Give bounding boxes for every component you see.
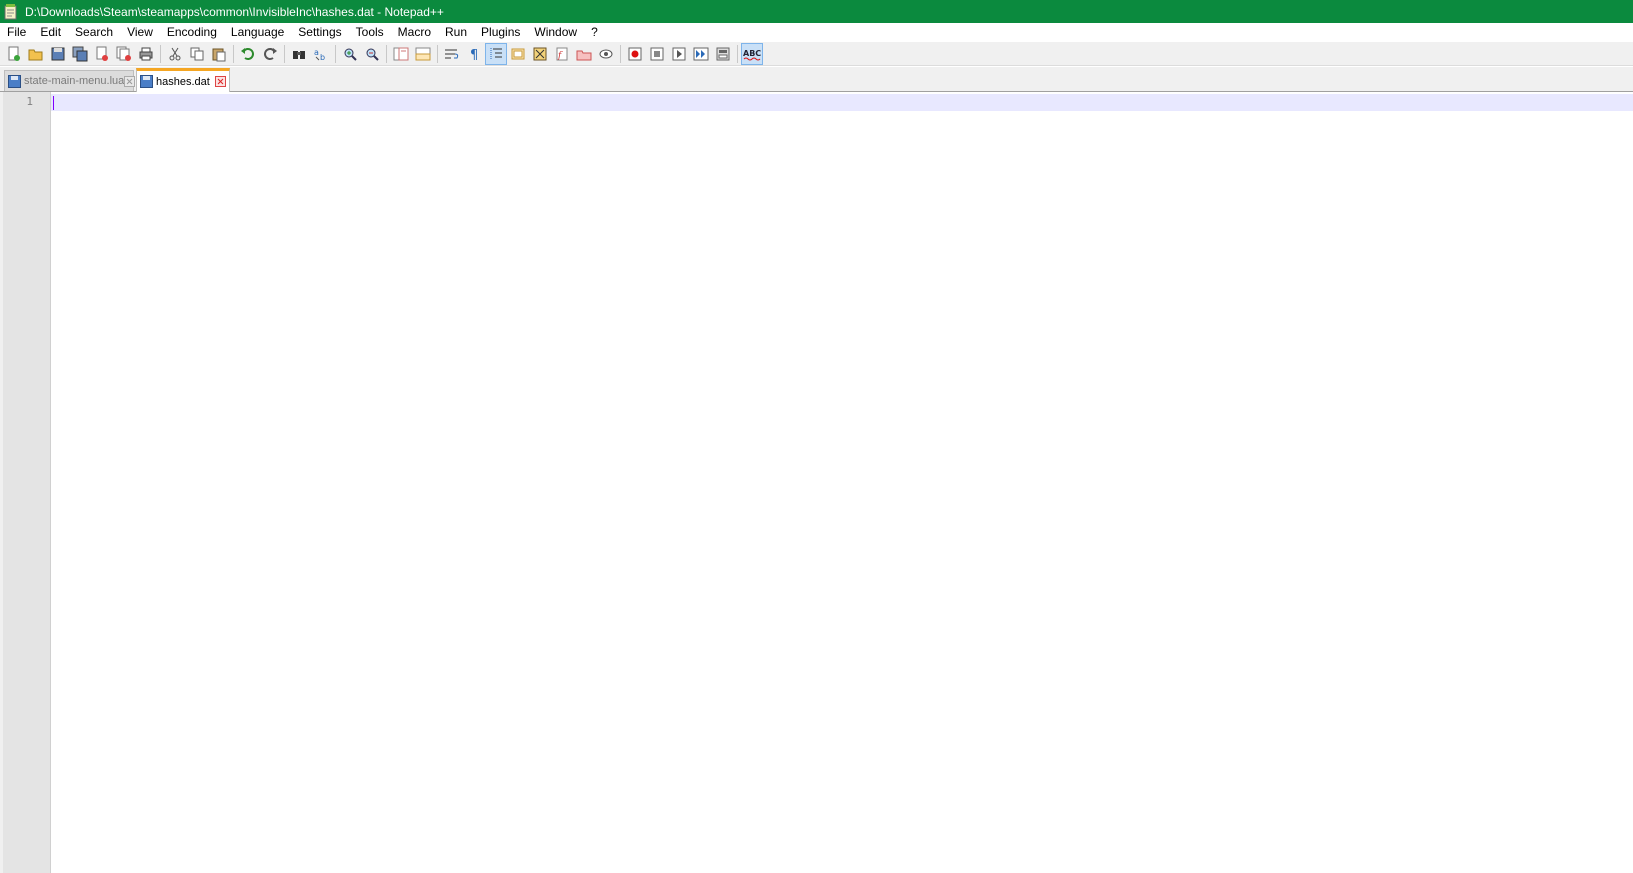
- sync-vertical-icon[interactable]: [390, 43, 412, 65]
- toolbar-separator: [620, 44, 621, 63]
- editor-area[interactable]: 1: [0, 92, 1633, 873]
- folder-workspace-icon[interactable]: [573, 43, 595, 65]
- tab-label: hashes.dat: [156, 75, 210, 88]
- close-icon[interactable]: [91, 43, 113, 65]
- zoom-out-icon[interactable]: [361, 43, 383, 65]
- close-all-icon[interactable]: [113, 43, 135, 65]
- zoom-in-icon[interactable]: [339, 43, 361, 65]
- close-tab-icon[interactable]: [124, 75, 136, 87]
- record-macro-icon[interactable]: [624, 43, 646, 65]
- tab-label: state-main-menu.lua: [24, 75, 125, 87]
- word-wrap-icon[interactable]: [441, 43, 463, 65]
- notepadpp-app-icon[interactable]: [3, 3, 19, 20]
- save-macro-icon[interactable]: [712, 43, 734, 65]
- doc-map-icon[interactable]: [529, 43, 551, 65]
- svg-text:¶: ¶: [470, 48, 478, 62]
- svg-text:ABC: ABC: [743, 49, 761, 58]
- toolbar-separator: [284, 44, 285, 63]
- menu-settings[interactable]: Settings: [291, 23, 348, 42]
- menu-run[interactable]: Run: [438, 23, 474, 42]
- toolbar-separator: [233, 44, 234, 63]
- toolbar-separator: [335, 44, 336, 63]
- window-title: D:\Downloads\Steam\steamapps\common\Invi…: [25, 4, 444, 19]
- svg-text:a: a: [314, 48, 319, 57]
- paste-icon[interactable]: [208, 43, 230, 65]
- replace-icon[interactable]: ab: [310, 43, 332, 65]
- menu-file[interactable]: File: [0, 23, 33, 42]
- tab-bar: state-main-menu.lua hashes.dat: [0, 67, 1633, 92]
- menu-help[interactable]: ?: [584, 23, 605, 42]
- play-macro-icon[interactable]: [668, 43, 690, 65]
- saved-file-icon: [140, 75, 153, 88]
- menu-language[interactable]: Language: [224, 23, 291, 42]
- function-list-icon[interactable]: f: [551, 43, 573, 65]
- save-icon[interactable]: [47, 43, 69, 65]
- indent-guide-icon[interactable]: [485, 42, 507, 65]
- toolbar-separator: [737, 44, 738, 63]
- save-all-icon[interactable]: [69, 43, 91, 65]
- open-file-icon[interactable]: [25, 43, 47, 65]
- text-caret: [53, 96, 54, 110]
- tab-state-main-menu-lua[interactable]: state-main-menu.lua: [4, 70, 136, 91]
- sync-horizontal-icon[interactable]: [412, 43, 434, 65]
- menu-tools[interactable]: Tools: [349, 23, 391, 42]
- print-icon[interactable]: [135, 43, 157, 65]
- menu-search[interactable]: Search: [68, 23, 120, 42]
- show-all-chars-icon[interactable]: ¶: [463, 43, 485, 65]
- menu-macro[interactable]: Macro: [391, 23, 438, 42]
- monitoring-icon[interactable]: [595, 43, 617, 65]
- menu-view[interactable]: View: [120, 23, 160, 42]
- close-tab-icon[interactable]: [215, 76, 226, 87]
- saved-file-icon: [8, 74, 21, 88]
- redo-icon[interactable]: [259, 43, 281, 65]
- menu-encoding[interactable]: Encoding: [160, 23, 224, 42]
- menu-plugins[interactable]: Plugins: [474, 23, 527, 42]
- toolbar: ab ¶ f ABC: [0, 42, 1633, 66]
- spell-check-icon[interactable]: ABC: [741, 42, 763, 65]
- cut-icon[interactable]: [164, 43, 186, 65]
- stop-recording-icon[interactable]: [646, 43, 668, 65]
- svg-text:b: b: [320, 53, 325, 62]
- title-bar: D:\Downloads\Steam\steamapps\common\Invi…: [0, 0, 1633, 23]
- line-number: 1: [26, 95, 33, 108]
- menu-window[interactable]: Window: [527, 23, 584, 42]
- tab-hashes-dat[interactable]: hashes.dat: [136, 68, 230, 92]
- udl-icon[interactable]: [507, 43, 529, 65]
- copy-icon[interactable]: [186, 43, 208, 65]
- current-line-highlight: [51, 94, 1633, 111]
- undo-icon[interactable]: [237, 43, 259, 65]
- find-icon[interactable]: [288, 43, 310, 65]
- run-macro-multiple-icon[interactable]: [690, 43, 712, 65]
- toolbar-separator: [437, 44, 438, 63]
- line-number-gutter[interactable]: 1: [3, 92, 51, 873]
- toolbar-separator: [160, 44, 161, 63]
- toolbar-separator: [386, 44, 387, 63]
- new-file-icon[interactable]: [3, 43, 25, 65]
- menu-bar: File Edit Search View Encoding Language …: [0, 23, 1633, 42]
- menu-edit[interactable]: Edit: [33, 23, 68, 42]
